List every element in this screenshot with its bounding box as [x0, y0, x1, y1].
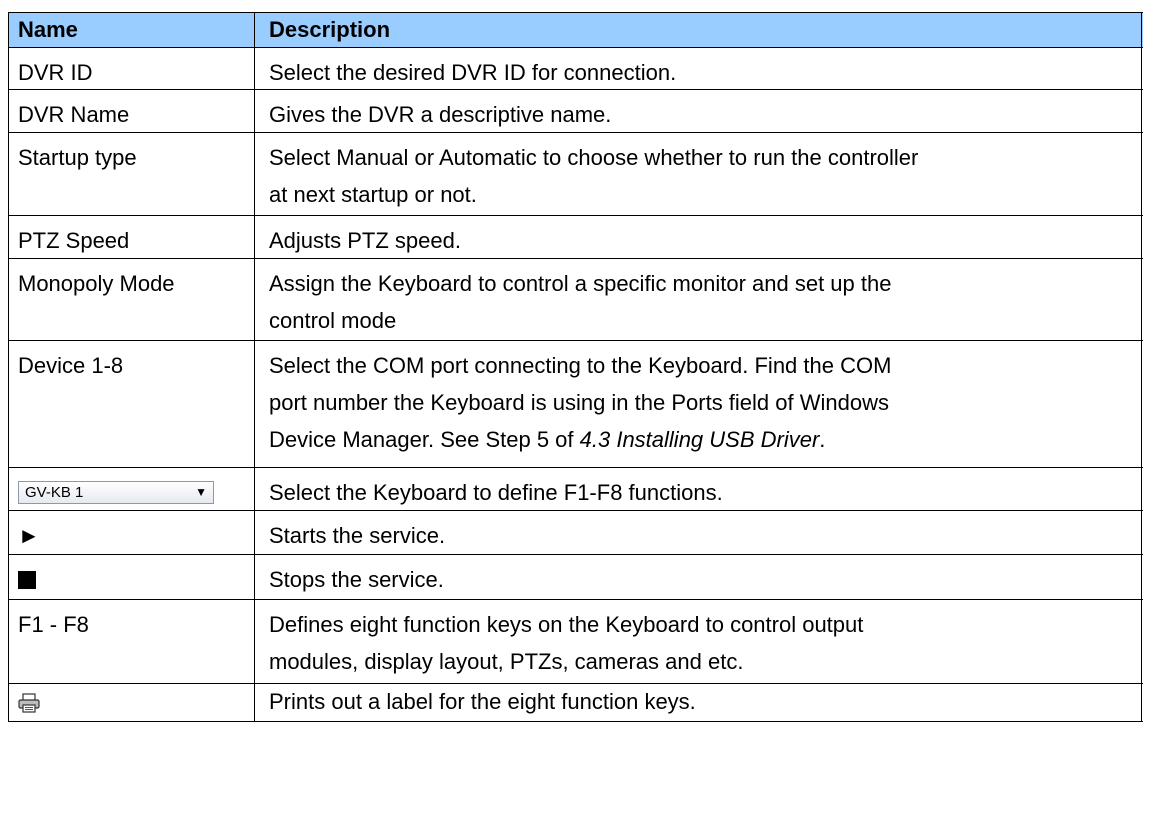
row-name	[9, 555, 255, 599]
table-row: DVR ID Select the desired DVR ID for con…	[9, 48, 1143, 90]
table-row: DVR Name Gives the DVR a descriptive nam…	[9, 90, 1143, 133]
row-name: Monopoly Mode	[9, 259, 255, 340]
table-row: Device 1-8 Select the COM port connectin…	[9, 341, 1143, 468]
desc-line: Assign the Keyboard to control a specifi…	[269, 271, 892, 296]
row-name: Device 1-8	[9, 341, 255, 467]
row-description: Adjusts PTZ speed.	[255, 216, 1142, 258]
desc-line: at next startup or not.	[269, 182, 477, 207]
desc-line: Select the COM port connecting to the Ke…	[269, 353, 892, 378]
settings-table: Name Description DVR ID Select the desir…	[8, 12, 1143, 722]
header-description: Description	[255, 13, 1142, 47]
row-description: Prints out a label for the eight functio…	[255, 684, 1142, 721]
printer-icon	[18, 693, 40, 713]
desc-line: Select Manual or Automatic to choose whe…	[269, 145, 919, 170]
table-row: F1 - F8 Defines eight function keys on t…	[9, 600, 1143, 684]
table-row: Startup type Select Manual or Automatic …	[9, 133, 1143, 216]
table-row: ► Starts the service.	[9, 511, 1143, 555]
row-name: DVR ID	[9, 48, 255, 89]
table-row: Monopoly Mode Assign the Keyboard to con…	[9, 259, 1143, 341]
play-icon: ►	[18, 523, 40, 548]
row-description: Assign the Keyboard to control a specifi…	[255, 259, 1142, 340]
row-description: Defines eight function keys on the Keybo…	[255, 600, 1142, 683]
keyboard-select-value: GV-KB 1	[25, 483, 84, 501]
desc-line: control mode	[269, 308, 397, 333]
row-description: Select the Keyboard to define F1-F8 func…	[255, 468, 1142, 510]
desc-text: Device Manager. See Step 5 of	[269, 427, 580, 452]
row-name: Startup type	[9, 133, 255, 215]
row-name: ►	[9, 511, 255, 554]
desc-line: port number the Keyboard is using in the…	[269, 390, 889, 415]
desc-line: Defines eight function keys on the Keybo…	[269, 612, 864, 637]
row-description: Select the desired DVR ID for connection…	[255, 48, 1142, 89]
table-row: PTZ Speed Adjusts PTZ speed.	[9, 216, 1143, 259]
row-description: Gives the DVR a descriptive name.	[255, 90, 1142, 132]
row-name: DVR Name	[9, 90, 255, 132]
desc-line: Device Manager. See Step 5 of 4.3 Instal…	[269, 421, 1132, 458]
stop-icon	[18, 571, 36, 590]
row-name: GV-KB 1 ▼	[9, 468, 255, 510]
table-row: GV-KB 1 ▼ Select the Keyboard to define …	[9, 468, 1143, 511]
keyboard-select[interactable]: GV-KB 1 ▼	[18, 480, 214, 504]
chevron-down-icon: ▼	[195, 484, 207, 499]
table-row: Prints out a label for the eight functio…	[9, 684, 1143, 722]
table-row: Stops the service.	[9, 555, 1143, 600]
row-description: Select the COM port connecting to the Ke…	[255, 341, 1142, 467]
row-name: PTZ Speed	[9, 216, 255, 258]
row-name: F1 - F8	[9, 600, 255, 683]
section-reference: 4.3 Installing USB Driver	[579, 427, 820, 452]
header-name: Name	[9, 13, 255, 47]
row-name	[9, 684, 255, 721]
row-description: Stops the service.	[255, 555, 1142, 599]
header-row: Name Description	[9, 13, 1143, 48]
row-description: Starts the service.	[255, 511, 1142, 554]
desc-line: modules, display layout, PTZs, cameras a…	[269, 649, 744, 674]
row-description: Select Manual or Automatic to choose whe…	[255, 133, 1142, 215]
desc-text: .	[819, 427, 826, 452]
